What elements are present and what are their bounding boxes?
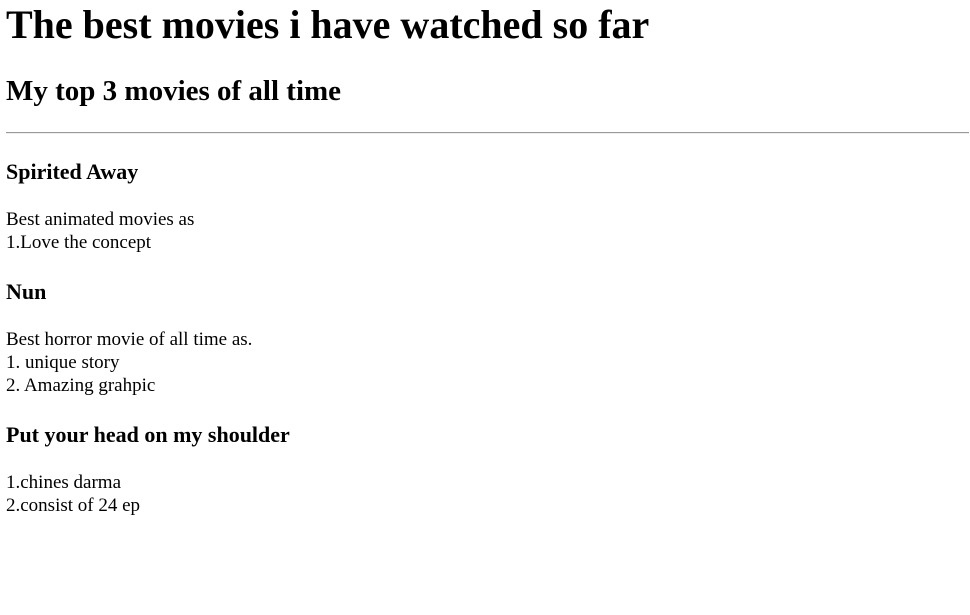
movie-text-line: Best horror movie of all time as. xyxy=(6,329,253,350)
movie-text-line: 1. unique story xyxy=(6,352,120,373)
movie-title: Spirited Away xyxy=(6,159,139,184)
page-subtitle: My top 3 movies of all time xyxy=(6,75,342,107)
page: The best movies i have watched so far My… xyxy=(0,0,970,615)
movie-text-line: 1.chines darma xyxy=(6,472,122,493)
horizontal-divider xyxy=(6,132,969,134)
movie-title: Nun xyxy=(6,279,47,304)
movie-text-line: 2.consist of 24 ep xyxy=(6,495,141,516)
movie-text-line: Best animated movies as xyxy=(6,209,195,230)
movie-text-line: 2. Amazing grahpic xyxy=(6,375,156,396)
page-title: The best movies i have watched so far xyxy=(6,2,650,47)
movie-title: Put your head on my shoulder xyxy=(6,422,290,447)
movie-text-line: 1.Love the concept xyxy=(6,232,152,253)
